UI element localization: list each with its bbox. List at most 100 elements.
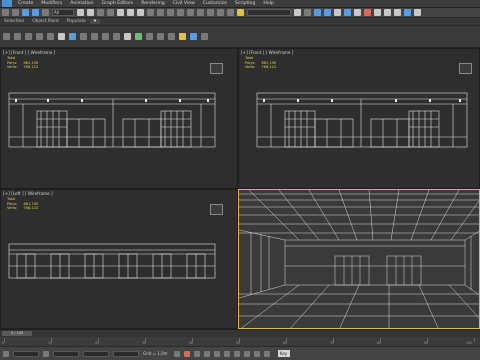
toggle-ribbon-icon[interactable] xyxy=(334,9,341,16)
render-setup-icon[interactable] xyxy=(374,9,381,16)
material-editor-icon[interactable] xyxy=(364,9,371,16)
brush-icon[interactable] xyxy=(179,33,186,40)
undo-icon[interactable] xyxy=(2,9,9,16)
go-to-start-icon[interactable] xyxy=(203,350,210,357)
layer-explorer-icon[interactable] xyxy=(324,9,331,16)
utilities-icon[interactable] xyxy=(113,33,120,40)
render-production-icon[interactable] xyxy=(394,9,401,16)
grid-size-text: Grid = 1,0m xyxy=(143,351,168,356)
spinner-snap-icon[interactable] xyxy=(227,9,234,16)
render-in-cloud-icon[interactable] xyxy=(404,9,411,16)
x-coordinate-field[interactable] xyxy=(53,350,79,357)
zoom-icon[interactable] xyxy=(253,350,260,357)
menu-modifiers[interactable]: Modifiers xyxy=(37,1,66,6)
selection-tools-icon[interactable] xyxy=(135,33,142,40)
mirror-icon[interactable] xyxy=(294,9,301,16)
redo-icon[interactable] xyxy=(12,9,19,16)
key-filters-button[interactable]: Key xyxy=(277,350,290,357)
viewport-left-bottom-left[interactable]: [+] [Left ] [ Wireframe ] Total Polys: 66… xyxy=(0,189,238,329)
display-panel-icon[interactable] xyxy=(102,33,109,40)
bind-space-warp-icon[interactable] xyxy=(42,9,49,16)
select-rotate-icon[interactable] xyxy=(127,9,134,16)
schematic-view-icon[interactable] xyxy=(354,9,361,16)
ribbon-tab-object-paint[interactable]: Object Paint xyxy=(28,19,63,24)
hierarchy-icon[interactable] xyxy=(80,33,87,40)
ruler-icon[interactable] xyxy=(190,33,197,40)
edit-named-selections-icon[interactable] xyxy=(237,9,244,16)
snaps-toggle-icon[interactable] xyxy=(197,9,204,16)
create-geometry-icon[interactable] xyxy=(3,33,10,40)
placement-icon[interactable] xyxy=(147,9,154,16)
menu-create[interactable]: Create xyxy=(14,1,37,6)
selection-lock-icon[interactable] xyxy=(43,350,49,357)
track-tick-label: 80 xyxy=(377,341,382,345)
left-elevation-wireframe xyxy=(8,243,216,279)
menu-help[interactable]: Help xyxy=(259,1,277,6)
z-coordinate-field[interactable] xyxy=(113,350,139,357)
play-icon[interactable] xyxy=(223,350,230,357)
select-link-icon[interactable] xyxy=(22,9,29,16)
menu-scripting[interactable]: Scripting xyxy=(231,1,259,6)
help-circle-icon[interactable] xyxy=(168,33,175,40)
viewport-perspective-bottom-right[interactable] xyxy=(238,189,480,329)
menu-civil-view[interactable]: Civil View xyxy=(169,1,199,6)
pan-icon[interactable] xyxy=(263,350,270,357)
rectangular-selection-icon[interactable] xyxy=(97,9,104,16)
select-move-icon[interactable] xyxy=(117,9,124,16)
angle-snap-icon[interactable] xyxy=(207,9,214,16)
populate-tools-icon[interactable] xyxy=(157,33,164,40)
track-tick xyxy=(474,338,475,342)
front-elevation-wireframe xyxy=(8,92,216,148)
auto-key-icon[interactable] xyxy=(183,350,190,357)
scene-explorer-icon[interactable] xyxy=(314,9,321,16)
rendered-frame-window-icon[interactable] xyxy=(384,9,391,16)
pivot-center-icon[interactable] xyxy=(167,9,174,16)
named-selection-sets-dropdown[interactable] xyxy=(247,9,291,16)
object-paint-icon[interactable] xyxy=(146,33,153,40)
menu-animation[interactable]: Animation xyxy=(66,1,97,6)
create-cameras-icon[interactable] xyxy=(36,33,43,40)
menu-rendering[interactable]: Rendering xyxy=(137,1,168,6)
selection-filter-dropdown[interactable]: All xyxy=(52,9,74,16)
window-crossing-icon[interactable] xyxy=(107,9,114,16)
unlink-icon[interactable] xyxy=(32,9,39,16)
go-to-end-icon[interactable] xyxy=(243,350,250,357)
ribbon-tab-selection[interactable]: Selection xyxy=(0,19,28,24)
app-logo-icon[interactable] xyxy=(2,0,12,7)
track-bar[interactable]: 0 10 20 30 40 50 60 70 80 90 100 xyxy=(0,337,480,346)
a360-gallery-icon[interactable] xyxy=(414,9,421,16)
maxscript-mini-listener[interactable] xyxy=(13,350,39,357)
create-helpers-icon[interactable] xyxy=(47,33,54,40)
freeform-tools-icon[interactable] xyxy=(124,33,131,40)
time-slider[interactable]: 0 / 100 xyxy=(2,331,32,336)
create-spacewarps-icon[interactable] xyxy=(58,33,65,40)
next-frame-icon[interactable] xyxy=(233,350,240,357)
create-systems-icon[interactable] xyxy=(69,33,76,40)
viewport-front-top-right[interactable]: [+] [Front ] [ Wireframe ] Total Polys: 6… xyxy=(238,48,480,189)
previous-frame-icon[interactable] xyxy=(213,350,220,357)
menu-customize[interactable]: Customize xyxy=(199,1,231,6)
track-tick-label: 20 xyxy=(95,341,100,345)
reference-coordinate-icon[interactable] xyxy=(157,9,164,16)
ribbon-options-icon[interactable]: ▾ xyxy=(89,19,101,24)
percent-snap-icon[interactable] xyxy=(217,9,224,16)
menu-graph-editors[interactable]: Graph Editors xyxy=(98,1,138,6)
create-shapes-icon[interactable] xyxy=(14,33,21,40)
select-by-name-icon[interactable] xyxy=(87,9,94,16)
set-key-icon[interactable] xyxy=(193,350,200,357)
select-object-icon[interactable] xyxy=(77,9,84,16)
manipulate-icon[interactable] xyxy=(177,9,184,16)
viewport-front-top-left[interactable]: [+] [Front ] [ Wireframe ] Total Polys: 6… xyxy=(0,48,238,189)
add-time-tag-icon[interactable] xyxy=(173,350,180,357)
create-lights-icon[interactable] xyxy=(25,33,32,40)
maxscript-listener-icon[interactable] xyxy=(3,350,9,357)
settings-gear-icon[interactable] xyxy=(201,33,208,40)
motion-icon[interactable] xyxy=(91,33,98,40)
align-icon[interactable] xyxy=(304,9,311,16)
track-tick-label: 70 xyxy=(330,341,335,345)
ribbon-tab-populate[interactable]: Populate xyxy=(63,19,90,24)
y-coordinate-field[interactable] xyxy=(83,350,109,357)
curve-editor-icon[interactable] xyxy=(344,9,351,16)
select-scale-icon[interactable] xyxy=(137,9,144,16)
keyboard-shortcut-icon[interactable] xyxy=(187,9,194,16)
